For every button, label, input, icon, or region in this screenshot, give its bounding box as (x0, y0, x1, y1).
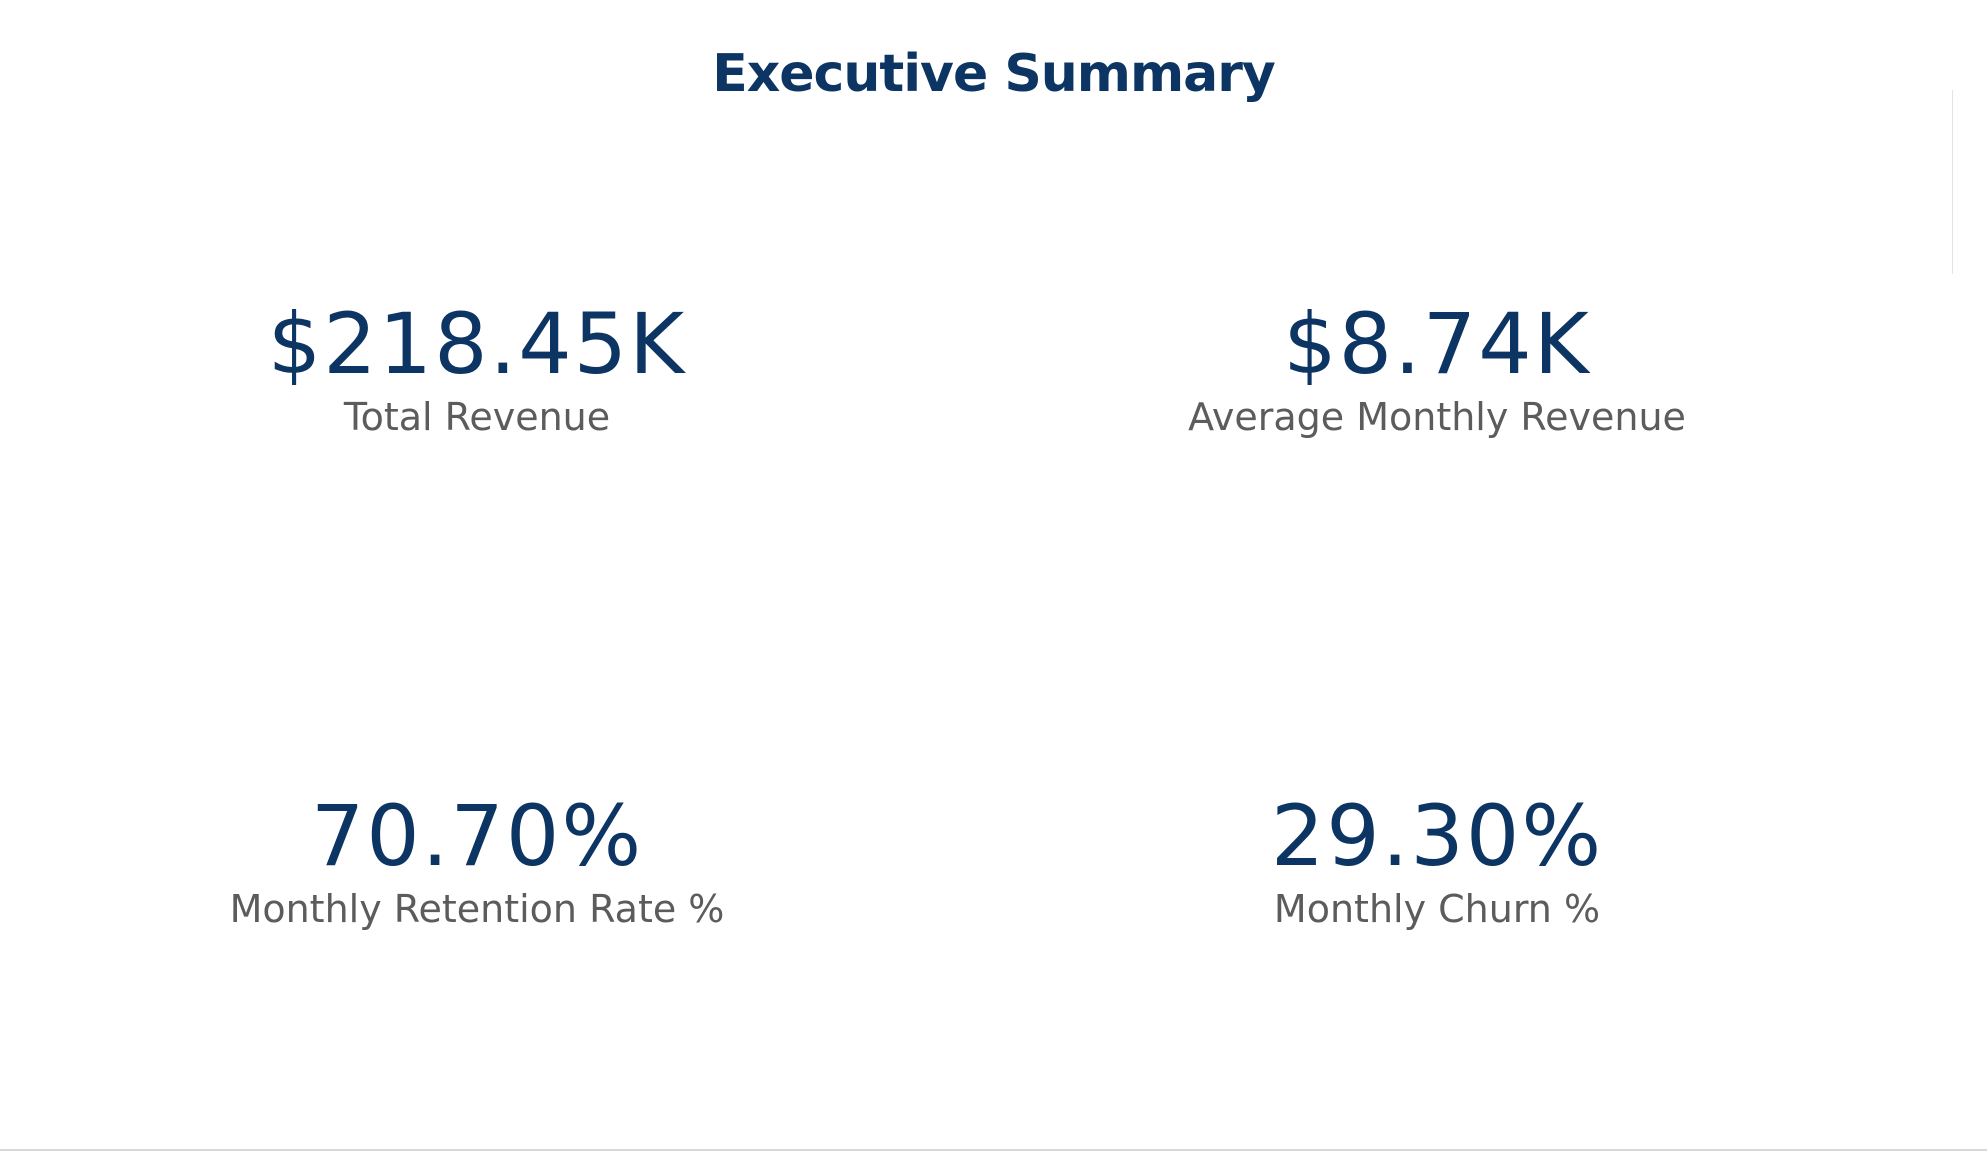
kpi-label: Average Monthly Revenue (1188, 395, 1686, 439)
kpi-card-total-revenue[interactable]: $218.45K Total Revenue (97, 296, 857, 440)
kpi-card-monthly-retention-rate[interactable]: 70.70% Monthly Retention Rate % (97, 788, 857, 932)
kpi-value: 70.70% (310, 787, 644, 885)
report-canvas: Executive Summary $218.45K Total Revenue… (0, 0, 1987, 1152)
kpi-label: Monthly Churn % (1273, 887, 1601, 931)
kpi-label: Total Revenue (343, 395, 611, 439)
page-title: Executive Summary (712, 44, 1276, 104)
kpi-card-monthly-churn[interactable]: 29.30% Monthly Churn % (1057, 788, 1817, 932)
kpi-value: $218.45K (267, 295, 687, 393)
visual-border-line (1952, 90, 1953, 274)
kpi-label: Monthly Retention Rate % (229, 887, 725, 931)
page-bottom-divider (0, 1149, 1987, 1151)
kpi-value: $8.74K (1283, 295, 1591, 393)
kpi-value: 29.30% (1270, 787, 1604, 885)
kpi-card-average-monthly-revenue[interactable]: $8.74K Average Monthly Revenue (1057, 296, 1817, 440)
